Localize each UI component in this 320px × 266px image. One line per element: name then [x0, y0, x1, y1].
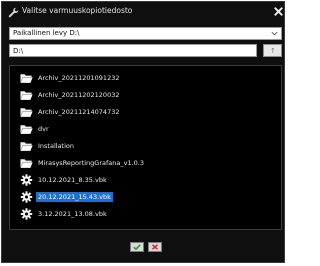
file-name: Archiv_20211214074732: [38, 108, 120, 116]
chevron-down-icon: [271, 31, 278, 36]
gear-icon: [20, 208, 33, 220]
parent-folder-button[interactable]: ↑: [263, 44, 282, 57]
file-list[interactable]: Archiv_20211201091232 Archiv_20211202120…: [9, 65, 282, 230]
gear-icon: [20, 174, 33, 186]
title-bar: Valitse varmuuskopiotiedosto: [2, 2, 284, 22]
folder-icon: [20, 108, 33, 117]
folder-icon: [20, 159, 33, 168]
list-item-folder[interactable]: Installation: [16, 139, 266, 153]
file-name: 20.12.2021_15.43.vbk: [36, 192, 113, 202]
window-title: Valitse varmuuskopiotiedosto: [22, 6, 133, 15]
file-name: Installation: [38, 142, 75, 150]
folder-icon: [20, 125, 33, 134]
list-item-file[interactable]: 10.12.2021_8.35.vbk: [16, 173, 266, 187]
drive-select[interactable]: Paikallinen levy D:\: [9, 27, 282, 40]
path-input[interactable]: [9, 44, 257, 57]
gear-icon: [20, 191, 33, 203]
checkmark-icon: [133, 244, 141, 250]
file-name: Archiv_20211202120032: [38, 91, 120, 99]
list-item-file[interactable]: 3.12.2021_13.08.vbk: [16, 207, 266, 221]
file-name: Archiv_20211201091232: [38, 74, 120, 82]
drive-select-value: Paikallinen levy D:\: [13, 29, 80, 37]
file-name: 10.12.2021_8.35.vbk: [38, 176, 107, 184]
close-icon[interactable]: [274, 7, 283, 16]
x-icon: [151, 244, 159, 250]
list-item-folder[interactable]: MirasysReportingGrafana_v1.0.3: [16, 156, 266, 170]
folder-icon: [20, 74, 33, 83]
folder-icon: [20, 91, 33, 100]
list-item-folder[interactable]: dvr: [16, 122, 266, 136]
ok-button[interactable]: [130, 242, 144, 252]
list-item-folder[interactable]: Archiv_20211202120032: [16, 88, 266, 102]
folder-icon: [20, 142, 33, 151]
list-item-file-selected[interactable]: 20.12.2021_15.43.vbk: [16, 190, 266, 204]
list-item-folder[interactable]: Archiv_20211201091232: [16, 71, 266, 85]
wrench-icon: [8, 7, 19, 18]
file-name: dvr: [38, 125, 49, 133]
list-item-folder[interactable]: Archiv_20211214074732: [16, 105, 266, 119]
cancel-button[interactable]: [148, 242, 162, 252]
file-name: 3.12.2021_13.08.vbk: [38, 210, 107, 218]
file-chooser-dialog: Valitse varmuuskopiotiedosto Paikallinen…: [1, 1, 285, 263]
up-arrow-icon: ↑: [270, 47, 276, 55]
file-name: MirasysReportingGrafana_v1.0.3: [38, 159, 144, 167]
